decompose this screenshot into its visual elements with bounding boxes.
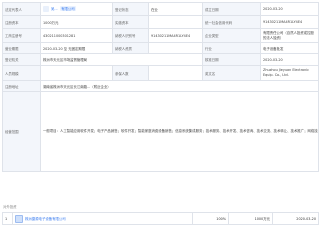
- date-cell: 2020-03-20: [272, 212, 319, 225]
- table-row[interactable]: 1 株洲捷源电子设备有限公司 100% 1000万元 2020-03-20: [2, 212, 319, 225]
- credit-code-value: 91430211MA4R1LY4E4: [260, 15, 319, 29]
- status-label: 登记状态: [112, 2, 149, 16]
- company-type-value: 有限责任公司（自然人投资或控股的法人独资）: [260, 28, 319, 43]
- industry-value: 电子设备批发: [260, 42, 319, 54]
- reg-address-value: 湖南省株洲市天元区长江南路...（附近企业）: [40, 80, 319, 92]
- business-term-label: 营业期限: [2, 42, 41, 54]
- business-info-table: 法定代表人 吴... 有限公司 登记状态 在业 成立日期 2020-03-20 注…: [2, 2, 319, 172]
- approval-date-value: 2020-03-20: [260, 53, 319, 66]
- staff-size-value: [40, 65, 113, 81]
- scope-value: 一般项目：人工智能应用软件开发；电子产品销售；软件开发；智能家庭消费设备销售；信…: [40, 91, 319, 172]
- staff-size-label: 人员规模: [2, 65, 41, 81]
- reg-authority-label: 登记机关: [2, 53, 41, 66]
- credit-code-label: 统一社会信用代码: [202, 15, 261, 29]
- reg-no-value: 430211000301281: [40, 28, 113, 43]
- english-name-label: 英文名: [202, 65, 261, 81]
- company-type-label: 企业类型: [202, 28, 261, 43]
- taxpayer-quality-value: [148, 42, 203, 54]
- company-name-link[interactable]: 株洲捷源电子设备有限公司: [25, 217, 66, 221]
- insured-label: 参保人数: [112, 65, 149, 81]
- legal-rep-label: 法定代表人: [2, 2, 41, 16]
- reg-capital-label: 注册资本: [2, 15, 41, 29]
- reg-authority-value: 株洲市天元区市场监督管理局: [40, 53, 203, 66]
- industry-label: 行业: [202, 42, 261, 54]
- business-term-value: 2020-03-20 至 无固定期限: [40, 42, 113, 54]
- company-logo-icon: [15, 214, 23, 223]
- paid-capital-label: 实缴资本: [112, 15, 149, 29]
- reg-capital-value: 1000万元: [40, 15, 113, 29]
- investment-table: 1 株洲捷源电子设备有限公司 100% 1000万元 2020-03-20: [2, 212, 319, 225]
- paid-capital-value: [148, 15, 203, 29]
- legal-rep-tag[interactable]: 有限公司: [59, 6, 77, 11]
- investment-section: 对外投资 1 株洲捷源电子设备有限公司 100% 1000万元 2020-03-…: [2, 203, 319, 225]
- status-value: 在业: [148, 2, 203, 16]
- avatar: [43, 6, 49, 12]
- scope-label: 经营范围: [2, 91, 41, 172]
- legal-rep-name[interactable]: 吴...: [51, 7, 58, 11]
- investment-title: 对外投资: [3, 205, 17, 209]
- legal-rep-cell: 吴... 有限公司: [40, 2, 113, 16]
- reg-no-label: 工商注册号: [2, 28, 41, 43]
- taxpayer-quality-label: 纳税人资质: [112, 42, 149, 54]
- reg-address-label: 注册地址: [2, 80, 41, 92]
- ratio-cell: 100%: [192, 212, 229, 225]
- established-value: 2020-03-20: [260, 2, 319, 16]
- insured-value: [148, 65, 203, 81]
- taxpayer-no-label: 纳税人识别号: [112, 28, 149, 43]
- row-index: 1: [2, 212, 13, 225]
- company-cell: 株洲捷源电子设备有限公司: [12, 212, 193, 225]
- established-label: 成立日期: [202, 2, 261, 16]
- approval-date-label: 核准日期: [202, 53, 261, 66]
- amount-cell: 1000万元: [228, 212, 273, 225]
- taxpayer-no-value: 91430211MA4R1LY4E4: [148, 28, 203, 43]
- english-name-value: Zhuzhou Jieyuan Electronic Equip. Co., L…: [260, 65, 319, 81]
